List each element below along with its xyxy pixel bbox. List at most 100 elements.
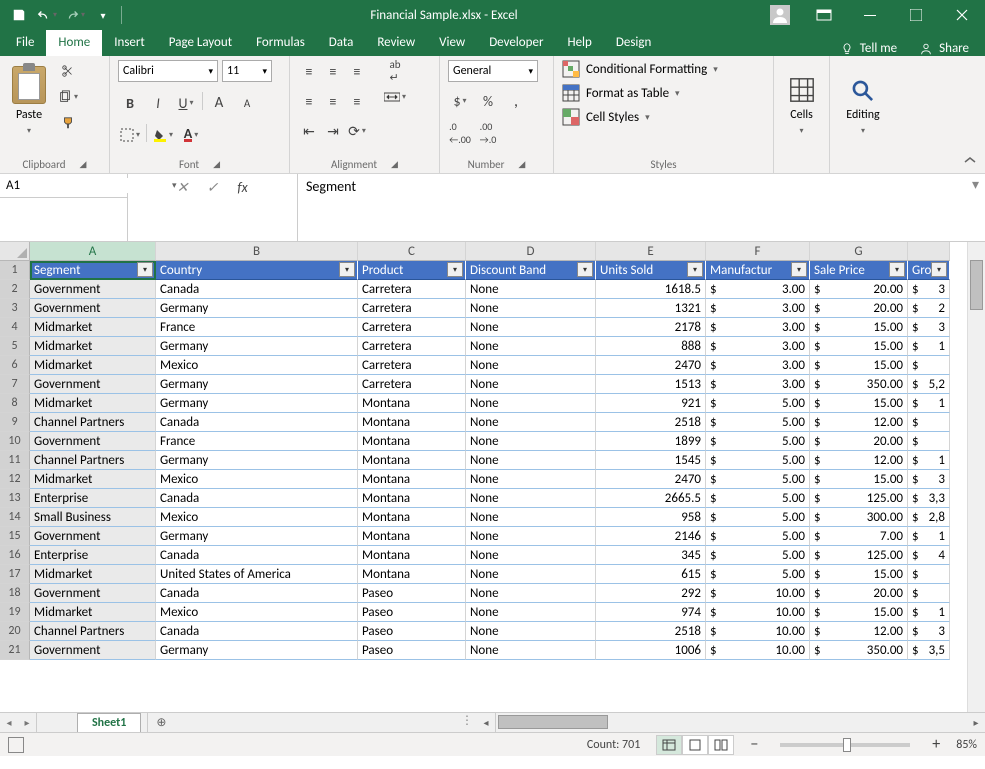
cell[interactable]: Enterprise bbox=[30, 546, 156, 565]
copy-button[interactable] bbox=[56, 86, 80, 108]
column-header-D[interactable]: D bbox=[466, 242, 596, 261]
cell[interactable]: $300.00 bbox=[810, 508, 908, 527]
vertical-scrollbar[interactable] bbox=[967, 242, 985, 712]
cell[interactable]: $3 bbox=[908, 470, 950, 489]
tab-file[interactable]: File bbox=[4, 30, 46, 56]
filter-button[interactable]: ▾ bbox=[889, 262, 905, 277]
cell[interactable]: 292 bbox=[596, 584, 706, 603]
cell[interactable]: Canada bbox=[156, 584, 358, 603]
cell[interactable]: None bbox=[466, 451, 596, 470]
cut-button[interactable] bbox=[56, 60, 80, 82]
cell[interactable]: Germany bbox=[156, 375, 358, 394]
undo-button[interactable] bbox=[34, 3, 60, 27]
cell[interactable]: None bbox=[466, 337, 596, 356]
cell[interactable]: $20.00 bbox=[810, 280, 908, 299]
filter-button[interactable]: ▾ bbox=[577, 262, 593, 277]
tab-design[interactable]: Design bbox=[604, 30, 663, 56]
vertical-scroll-thumb[interactable] bbox=[970, 260, 983, 310]
cell[interactable]: $4 bbox=[908, 546, 950, 565]
cell[interactable]: Paseo bbox=[358, 584, 466, 603]
row-header-15[interactable]: 15 bbox=[0, 527, 30, 546]
font-dialog-launcher[interactable]: ◢ bbox=[213, 159, 220, 170]
font-color-button[interactable]: A bbox=[179, 124, 203, 146]
cell[interactable]: 1321 bbox=[596, 299, 706, 318]
cell[interactable]: 345 bbox=[596, 546, 706, 565]
table-header-segment[interactable]: Segment▾ bbox=[30, 261, 156, 280]
editing-menu-button[interactable]: Editing ▾ bbox=[842, 60, 884, 136]
table-header-product[interactable]: Product▾ bbox=[358, 261, 466, 280]
formula-expand-button[interactable]: ▾ bbox=[972, 176, 979, 193]
column-header-E[interactable]: E bbox=[596, 242, 706, 261]
row-header-16[interactable]: 16 bbox=[0, 546, 30, 565]
zoom-slider[interactable] bbox=[780, 743, 910, 747]
cell[interactable]: $5.00 bbox=[706, 432, 810, 451]
row-header-4[interactable]: 4 bbox=[0, 318, 30, 337]
cell[interactable]: $10.00 bbox=[706, 622, 810, 641]
cell[interactable]: France bbox=[156, 432, 358, 451]
cell[interactable]: Carretera bbox=[358, 280, 466, 299]
enter-formula-button[interactable]: ✓ bbox=[199, 176, 227, 198]
cell[interactable]: Mexico bbox=[156, 356, 358, 375]
cell[interactable]: 1513 bbox=[596, 375, 706, 394]
cell[interactable]: Mexico bbox=[156, 603, 358, 622]
cell[interactable]: $7.00 bbox=[810, 527, 908, 546]
row-header-1[interactable]: 1 bbox=[0, 261, 30, 280]
cell[interactable]: Germany bbox=[156, 527, 358, 546]
tab-developer[interactable]: Developer bbox=[477, 30, 555, 56]
cell[interactable]: $3.00 bbox=[706, 280, 810, 299]
tab-data[interactable]: Data bbox=[317, 30, 366, 56]
cell[interactable]: Montana bbox=[358, 508, 466, 527]
cell[interactable]: Carretera bbox=[358, 375, 466, 394]
tab-formulas[interactable]: Formulas bbox=[244, 30, 317, 56]
cell[interactable]: $5.00 bbox=[706, 508, 810, 527]
cell[interactable]: $12.00 bbox=[810, 413, 908, 432]
tab-insert[interactable]: Insert bbox=[102, 30, 157, 56]
cell[interactable]: None bbox=[466, 299, 596, 318]
align-bottom-button[interactable]: ≡ bbox=[346, 60, 368, 82]
cell[interactable]: Carretera bbox=[358, 299, 466, 318]
horizontal-scrollbar[interactable] bbox=[495, 713, 967, 732]
cell[interactable]: $20.00 bbox=[810, 299, 908, 318]
cell[interactable]: $ bbox=[908, 584, 950, 603]
save-button[interactable] bbox=[6, 3, 32, 27]
redo-button[interactable] bbox=[62, 3, 88, 27]
cell[interactable]: 1618.5 bbox=[596, 280, 706, 299]
cell[interactable]: Midmarket bbox=[30, 603, 156, 622]
cell[interactable]: None bbox=[466, 584, 596, 603]
cell[interactable]: Montana bbox=[358, 394, 466, 413]
table-header-manufactur[interactable]: Manufactur▾ bbox=[706, 261, 810, 280]
cell[interactable]: None bbox=[466, 375, 596, 394]
cell[interactable]: $ bbox=[908, 413, 950, 432]
cell[interactable]: $3.00 bbox=[706, 337, 810, 356]
cell[interactable]: $5.00 bbox=[706, 451, 810, 470]
collapse-ribbon-button[interactable] bbox=[963, 155, 977, 169]
cell[interactable]: $15.00 bbox=[810, 603, 908, 622]
cell[interactable]: None bbox=[466, 546, 596, 565]
clipboard-dialog-launcher[interactable]: ◢ bbox=[80, 159, 87, 170]
cell[interactable]: $3 bbox=[908, 280, 950, 299]
page-break-view-button[interactable] bbox=[708, 735, 734, 755]
fill-color-button[interactable] bbox=[151, 124, 175, 146]
cell[interactable]: 2146 bbox=[596, 527, 706, 546]
cell[interactable]: Paseo bbox=[358, 622, 466, 641]
close-button[interactable] bbox=[939, 0, 985, 30]
cell[interactable]: $ bbox=[908, 432, 950, 451]
hscroll-left[interactable]: ◂ bbox=[477, 713, 495, 732]
cell[interactable]: 974 bbox=[596, 603, 706, 622]
increase-indent-button[interactable]: ⇥ bbox=[322, 120, 344, 142]
tab-home[interactable]: Home bbox=[46, 30, 102, 56]
row-header-3[interactable]: 3 bbox=[0, 299, 30, 318]
cell[interactable]: $1 bbox=[908, 337, 950, 356]
cell[interactable]: Germany bbox=[156, 337, 358, 356]
row-header-7[interactable]: 7 bbox=[0, 375, 30, 394]
cell[interactable]: $3.00 bbox=[706, 375, 810, 394]
hscroll-right[interactable]: ▸ bbox=[967, 713, 985, 732]
cell[interactable]: Channel Partners bbox=[30, 413, 156, 432]
ribbon-display-options-button[interactable] bbox=[801, 0, 847, 30]
filter-button[interactable]: ▾ bbox=[339, 262, 355, 277]
row-header-13[interactable]: 13 bbox=[0, 489, 30, 508]
cell-styles-button[interactable]: Cell Styles▾ bbox=[562, 108, 765, 126]
cell[interactable]: $15.00 bbox=[810, 470, 908, 489]
cell[interactable]: Montana bbox=[358, 565, 466, 584]
cell[interactable]: Montana bbox=[358, 527, 466, 546]
